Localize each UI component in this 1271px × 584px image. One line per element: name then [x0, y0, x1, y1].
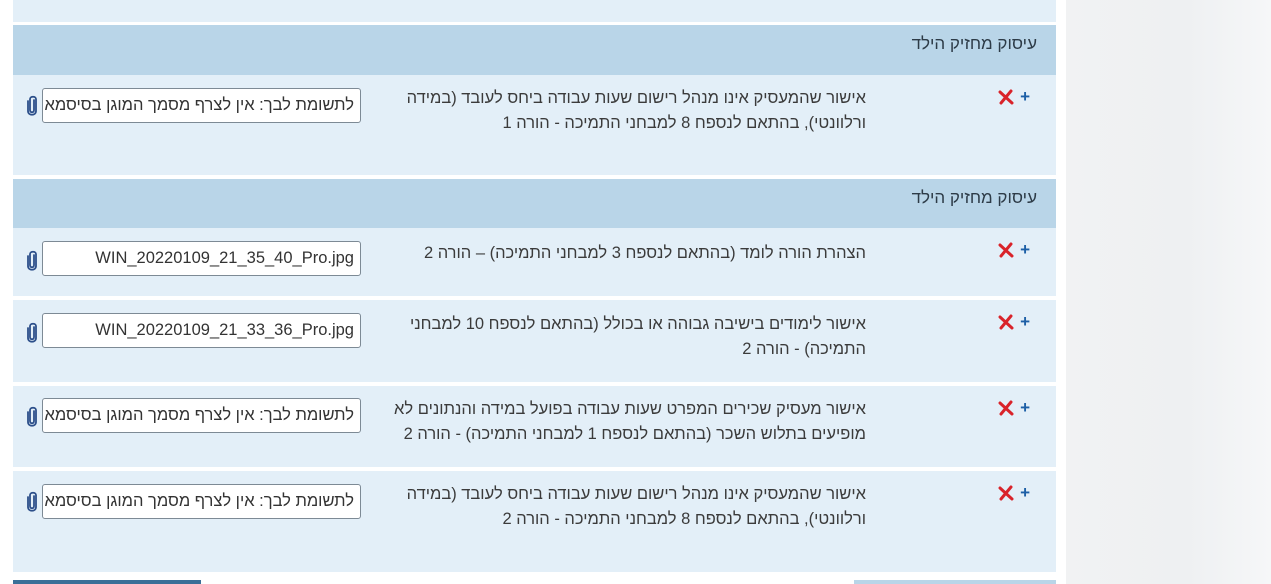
add-icon[interactable]: + [1020, 87, 1030, 107]
paperclip-icon[interactable] [25, 322, 39, 344]
file-upload-field[interactable]: לתשומת לבך: אין לצרף מסמך המוגן בסיסמא [42, 484, 361, 519]
file-upload-field[interactable]: לתשומת לבך: אין לצרף מסמך המוגן בסיסמא [42, 88, 361, 123]
documents-list: עיסוק מחזיק הילד + אישור שהמעסיק אינו מנ… [13, 0, 1056, 584]
description-line-2: התמיכה) - הורה 2 [742, 340, 866, 358]
paperclip-icon[interactable] [25, 491, 39, 513]
description-line-2: מופיעים בתלוש השכר (בהתאם לנספח 1 למבחני… [403, 425, 866, 443]
file-upload-field[interactable]: WIN_20220109_21_33_36_Pro.jpg [42, 313, 361, 348]
document-description: אישור שהמעסיק אינו מנהל רישום שעות עבודה… [386, 482, 866, 532]
paperclip-icon[interactable] [25, 95, 39, 117]
remove-icon[interactable] [998, 485, 1014, 501]
section-header-2: עיסוק מחזיק הילד [13, 179, 1056, 228]
description-line-1: אישור לימודים בישיבה גבוהה או בכולל (בהת… [409, 315, 866, 333]
remove-icon[interactable] [998, 89, 1014, 105]
panel-divider [1056, 0, 1066, 584]
file-upload-field[interactable]: לתשומת לבך: אין לצרף מסמך המוגן בסיסמא [42, 398, 361, 433]
document-row: + אישור מעסיק שכירים המפרט שעות עבודה בפ… [13, 386, 1056, 467]
remove-icon[interactable] [998, 314, 1014, 330]
description-line-1: הצהרת הורה לומד (בהתאם לנספח 3 למבחני הת… [423, 244, 866, 262]
description-line-2: ורלוונטי), בהתאם לנספח 8 למבחני התמיכה -… [502, 510, 866, 528]
remove-icon[interactable] [998, 400, 1014, 416]
page: עיסוק מחזיק הילד + אישור שהמעסיק אינו מנ… [0, 0, 1271, 584]
document-description: אישור לימודים בישיבה גבוהה או בכולל (בהת… [386, 312, 866, 362]
paperclip-icon[interactable] [25, 250, 39, 272]
section-header-1: עיסוק מחזיק הילד [13, 25, 1056, 75]
remove-icon[interactable] [998, 242, 1014, 258]
paperclip-icon[interactable] [25, 406, 39, 428]
section-title: עיסוק מחזיק הילד [911, 34, 1037, 53]
previous-row-remainder [13, 0, 1056, 22]
description-line-1: אישור שהמעסיק אינו מנהל רישום שעות עבודה… [406, 89, 866, 107]
document-row: + אישור שהמעסיק אינו מנהל רישום שעות עבו… [13, 75, 1056, 175]
add-icon[interactable]: + [1020, 483, 1030, 503]
description-line-1: אישור מעסיק שכירים המפרט שעות עבודה בפוע… [394, 400, 866, 418]
file-upload-field[interactable]: WIN_20220109_21_35_40_Pro.jpg [42, 241, 361, 276]
document-description: הצהרת הורה לומד (בהתאם לנספח 3 למבחני הת… [386, 241, 866, 266]
bottom-button-edge-right[interactable] [854, 580, 1056, 584]
document-description: אישור מעסיק שכירים המפרט שעות עבודה בפוע… [386, 397, 866, 447]
document-row: + הצהרת הורה לומד (בהתאם לנספח 3 למבחני … [13, 228, 1056, 296]
add-icon[interactable]: + [1020, 312, 1030, 332]
right-side-panel [1066, 0, 1271, 584]
description-line-2: ורלוונטי), בהתאם לנספח 8 למבחני התמיכה -… [502, 114, 866, 132]
add-icon[interactable]: + [1020, 398, 1030, 418]
bottom-button-edge-left[interactable] [13, 580, 201, 584]
document-row: + אישור שהמעסיק אינו מנהל רישום שעות עבו… [13, 471, 1056, 572]
description-line-1: אישור שהמעסיק אינו מנהל רישום שעות עבודה… [406, 485, 866, 503]
document-row: + אישור לימודים בישיבה גבוהה או בכולל (ב… [13, 300, 1056, 382]
section-title: עיסוק מחזיק הילד [911, 188, 1037, 207]
document-description: אישור שהמעסיק אינו מנהל רישום שעות עבודה… [386, 86, 866, 136]
add-icon[interactable]: + [1020, 240, 1030, 260]
